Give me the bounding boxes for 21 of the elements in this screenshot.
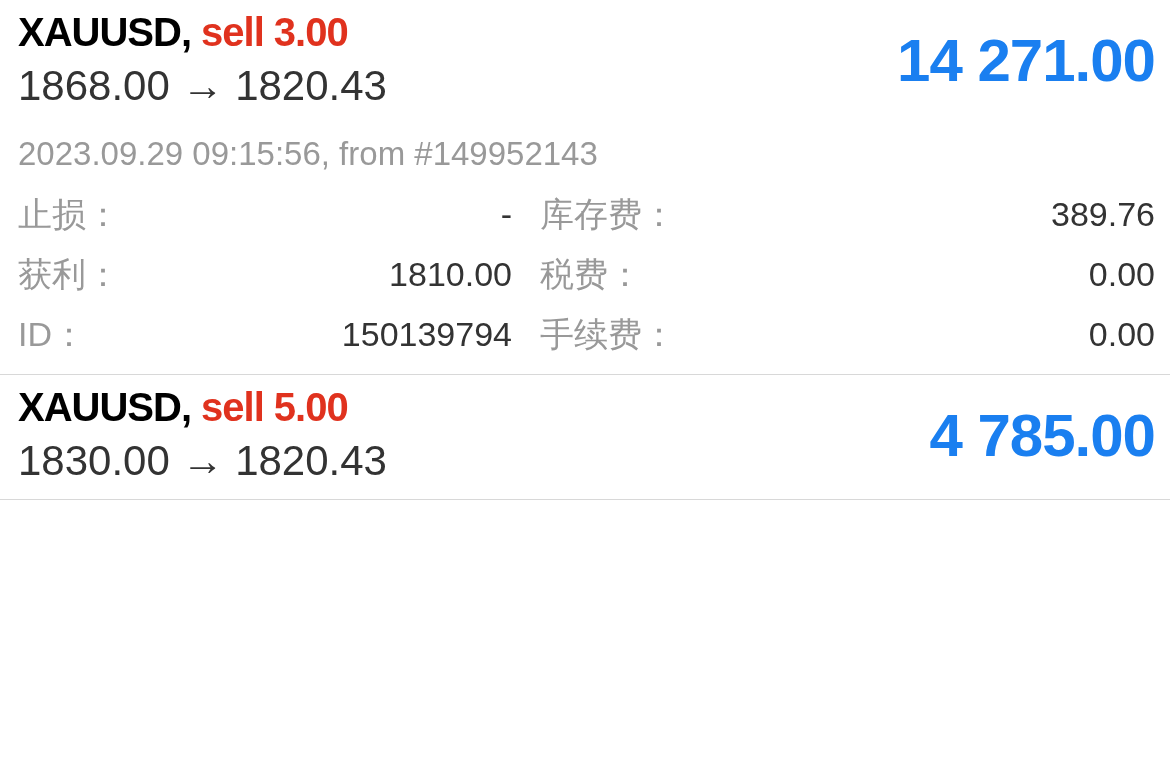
- detail-label: 库存费：: [540, 194, 676, 235]
- detail-value: 389.76: [1051, 194, 1155, 235]
- open-time: 2023.09.29 09:15:56, from #149952143: [18, 134, 599, 174]
- detail-label: 手续费：: [540, 314, 676, 355]
- detail-label: ID：: [18, 314, 86, 355]
- detail-label: 止损：: [18, 194, 120, 235]
- detail-value: -: [500, 194, 512, 235]
- detail-value: 1810.00: [389, 254, 512, 295]
- side-label: sell 3.00: [201, 9, 348, 56]
- detail-label: 税费：: [540, 254, 642, 295]
- profit-value: 14 271.00: [897, 25, 1155, 95]
- symbol-label: XAUUSD,: [18, 9, 192, 56]
- detail-value: 150139794: [341, 314, 512, 355]
- detail-label: 获利：: [18, 254, 120, 295]
- price-range: 1830.00 → 1820.43: [18, 436, 387, 486]
- profit-value: 4 785.00: [929, 400, 1155, 470]
- detail-value: 0.00: [1088, 314, 1155, 355]
- side-label: sell 5.00: [201, 384, 348, 431]
- symbol-label: XAUUSD,: [18, 384, 192, 431]
- price-range: 1868.00 → 1820.43: [18, 61, 387, 111]
- detail-value: 0.00: [1088, 254, 1155, 295]
